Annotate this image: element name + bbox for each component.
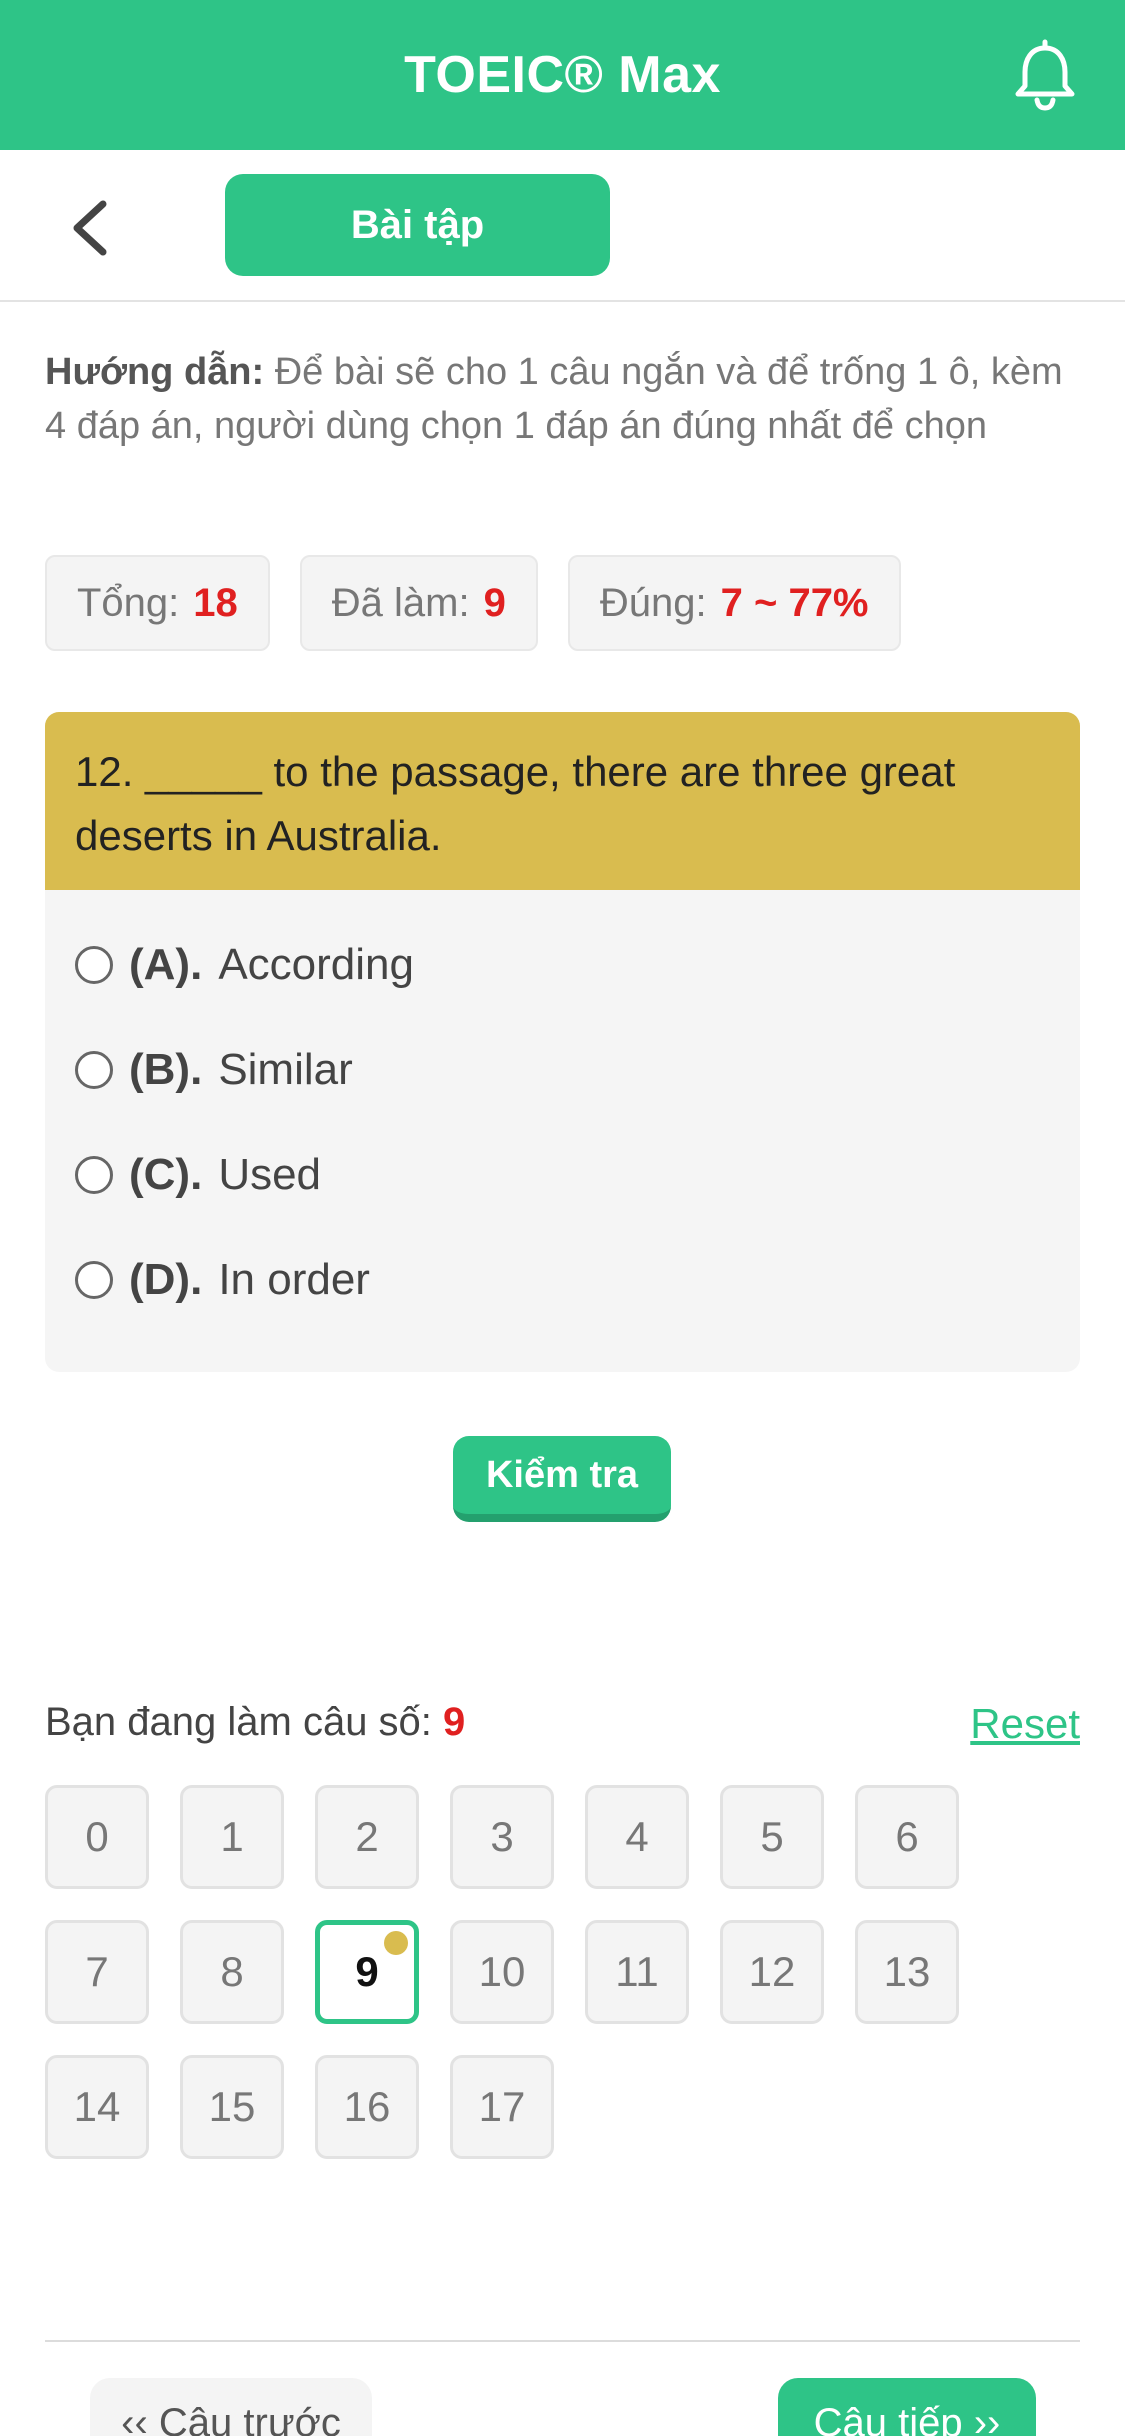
stat-done: Đã làm: 9	[299, 555, 538, 651]
question-number-6[interactable]: 6	[855, 1785, 959, 1889]
instructions-label: Hướng dẫn:	[45, 351, 265, 393]
app-title: TOEIC® Max	[404, 46, 721, 104]
question-number-9[interactable]: 9	[315, 1920, 419, 2024]
question-number-3[interactable]: 3	[450, 1785, 554, 1889]
radio-d[interactable]	[75, 1260, 113, 1299]
option-c[interactable]: (C). Used	[45, 1122, 1080, 1227]
option-a-text: According	[218, 939, 414, 989]
question-number-16[interactable]: 16	[315, 2055, 419, 2159]
question-number-11[interactable]: 11	[585, 1920, 689, 2024]
question-number-1[interactable]: 1	[180, 1785, 284, 1889]
option-b[interactable]: (B). Similar	[45, 1017, 1080, 1122]
options-list: (A). According (B). Similar (C). Used (D…	[45, 890, 1080, 1332]
radio-c[interactable]	[75, 1155, 113, 1194]
option-c-text: Used	[218, 1149, 322, 1199]
stat-done-label: Đã làm:	[331, 580, 470, 625]
next-question-button[interactable]: Câu tiếp ››	[778, 2378, 1036, 2436]
radio-a[interactable]	[75, 945, 113, 984]
option-b-key: (B).	[129, 1044, 203, 1094]
question-number-14[interactable]: 14	[45, 2055, 149, 2159]
footer-divider	[45, 2340, 1080, 2342]
radio-b[interactable]	[75, 1050, 113, 1089]
instructions: Hướng dẫn: Để bài sẽ cho 1 câu ngắn và đ…	[45, 345, 1085, 453]
stat-done-value: 9	[483, 580, 506, 625]
check-button[interactable]: Kiểm tra	[453, 1436, 671, 1522]
nav-row: Bài tập	[0, 150, 1125, 302]
option-a-key: (A).	[129, 939, 203, 989]
tab-bai-tap[interactable]: Bài tập	[225, 174, 610, 276]
stat-total-label: Tổng:	[77, 580, 180, 625]
progress-current: 9	[443, 1700, 466, 1744]
question-number-4[interactable]: 4	[585, 1785, 689, 1889]
app-root: TOEIC® Max Bài tập Hướng dẫn: Để bài sẽ …	[0, 0, 1125, 2436]
stat-correct-value: 7 ~ 77%	[720, 580, 869, 625]
app-header: TOEIC® Max	[0, 0, 1125, 150]
option-d-text: In order	[218, 1254, 370, 1304]
bell-icon[interactable]	[1005, 36, 1085, 116]
question-text: 12. _____ to the passage, there are thre…	[45, 712, 1080, 890]
back-button[interactable]	[50, 188, 130, 268]
stat-total-value: 18	[193, 580, 238, 625]
question-number-10[interactable]: 10	[450, 1920, 554, 2024]
question-number-17[interactable]: 17	[450, 2055, 554, 2159]
progress-label-text: Bạn đang làm câu số:	[45, 1700, 432, 1744]
option-d[interactable]: (D). In order	[45, 1227, 1080, 1332]
option-b-text: Similar	[218, 1044, 353, 1094]
question-number-0[interactable]: 0	[45, 1785, 149, 1889]
question-number-15[interactable]: 15	[180, 2055, 284, 2159]
question-number-13[interactable]: 13	[855, 1920, 959, 2024]
reset-link[interactable]: Reset	[970, 1700, 1080, 1748]
question-number-12[interactable]: 12	[720, 1920, 824, 2024]
question-card: 12. _____ to the passage, there are thre…	[45, 712, 1080, 1372]
option-a[interactable]: (A). According	[45, 912, 1080, 1017]
stat-total: Tổng: 18	[45, 555, 270, 651]
question-number-8[interactable]: 8	[180, 1920, 284, 2024]
question-number-5[interactable]: 5	[720, 1785, 824, 1889]
stat-correct-label: Đúng:	[599, 580, 707, 625]
option-d-key: (D).	[129, 1254, 203, 1304]
question-number-7[interactable]: 7	[45, 1920, 149, 2024]
chevron-left-icon	[73, 200, 107, 256]
stats-row: Tổng: 18 Đã làm: 9 Đúng: 7 ~ 77%	[45, 555, 901, 651]
current-indicator-dot	[384, 1931, 408, 1955]
stat-correct: Đúng: 7 ~ 77%	[567, 555, 901, 651]
progress-label: Bạn đang làm câu số: 9	[45, 1700, 465, 1745]
option-c-key: (C).	[129, 1149, 203, 1199]
prev-question-button[interactable]: ‹‹ Câu trước	[90, 2378, 372, 2436]
question-number-2[interactable]: 2	[315, 1785, 419, 1889]
